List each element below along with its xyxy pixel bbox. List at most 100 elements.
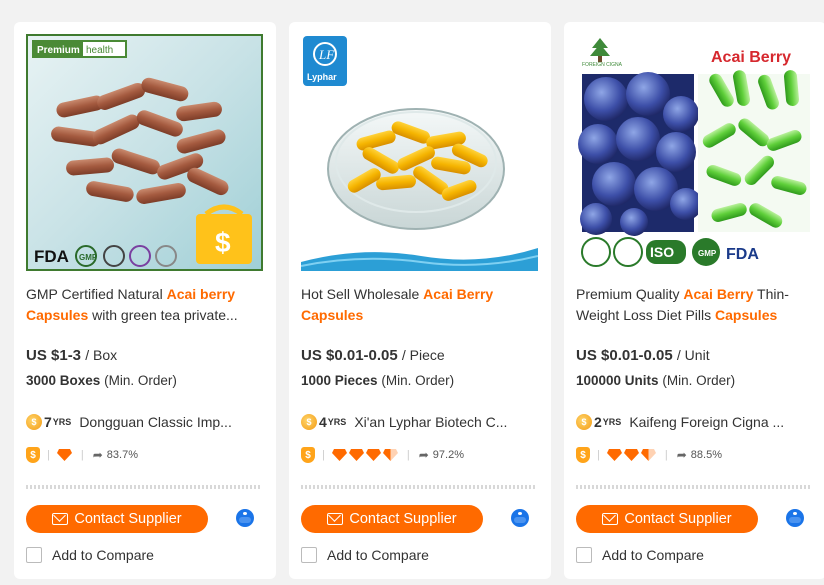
trade-assurance-icon: $ (301, 447, 315, 463)
svg-text:$: $ (215, 227, 231, 258)
compare-label: Add to Compare (602, 547, 704, 563)
rating-row: $ | | ➦ 83.7% (26, 447, 138, 463)
share-arrow-icon: ➦ (676, 448, 687, 462)
product-card[interactable]: Premium health FDA GMP $ GMP Certified N… (14, 22, 276, 579)
price: US $0.01-0.05 / Unit (576, 347, 710, 364)
response-rate: 97.2% (432, 449, 464, 461)
min-order: 1000 Pieces (Min. Order) (301, 373, 454, 388)
divider (26, 485, 262, 489)
contact-supplier-button[interactable]: Contact Supplier (576, 505, 758, 533)
chat-icon[interactable] (236, 509, 254, 527)
product-title[interactable]: Premium Quality Acai Berry Thin-Weight L… (576, 284, 812, 326)
product-image[interactable]: FOREIGN CIGNA Acai Berry ISO GMP FDA (576, 34, 813, 271)
min-order-label: (Min. Order) (662, 373, 736, 388)
add-to-compare[interactable]: Add to Compare (301, 547, 429, 563)
years-badge: $ 4 YRS (301, 414, 346, 430)
product-title[interactable]: GMP Certified Natural Acai berry Capsule… (26, 284, 262, 326)
contact-label: Contact Supplier (624, 511, 732, 527)
title-text[interactable]: Premium Quality (576, 286, 683, 302)
chat-icon[interactable] (511, 509, 529, 527)
diamond-icon (331, 449, 347, 461)
brand-logo-text: Lyphar (307, 72, 337, 82)
rating-row: $ | | ➦ 88.5% (576, 447, 722, 463)
product-card[interactable]: LF Lyphar Hot Sell Wholesale Acai Berry … (289, 22, 551, 579)
svg-text:ISO: ISO (650, 244, 674, 260)
supplier-name[interactable]: Xi'an Lyphar Biotech C... (354, 414, 507, 430)
product-card[interactable]: FOREIGN CIGNA Acai Berry ISO GMP FDA Pre… (564, 22, 824, 579)
compare-label: Add to Compare (52, 547, 154, 563)
response-rate: 83.7% (106, 449, 138, 461)
diamond-icon (606, 449, 622, 461)
contact-supplier-button[interactable]: Contact Supplier (26, 505, 208, 533)
svg-text:LF: LF (318, 47, 335, 62)
price: US $1-3 / Box (26, 347, 117, 364)
min-order-qty: 1000 Pieces (301, 373, 378, 388)
gold-supplier-icon: $ (196, 204, 252, 264)
half-diamond-icon (382, 449, 398, 461)
diamond-icon (623, 449, 639, 461)
title-text[interactable]: GMP Certified Natural (26, 286, 167, 302)
add-to-compare[interactable]: Add to Compare (26, 547, 154, 563)
supplier-name[interactable]: Kaifeng Foreign Cigna ... (629, 414, 784, 430)
contact-supplier-button[interactable]: Contact Supplier (301, 505, 483, 533)
min-order-qty: 3000 Boxes (26, 373, 101, 388)
gold-supplier-coin-icon: $ (26, 414, 42, 430)
price-value: US $0.01-0.05 (301, 347, 398, 364)
svg-text:Premium: Premium (37, 45, 80, 56)
gold-supplier-coin-icon: $ (301, 414, 317, 430)
price-value: US $1-3 (26, 347, 82, 364)
years-value: 4 (319, 414, 327, 430)
diamond-icon (56, 449, 72, 461)
min-order: 100000 Units (Min. Order) (576, 373, 735, 388)
svg-text:health: health (86, 45, 113, 56)
title-text[interactable]: Hot Sell Wholesale (301, 286, 423, 302)
supplier-row: $ 7 YRS Dongguan Classic Imp... (26, 414, 262, 430)
half-diamond-icon (640, 449, 656, 461)
price-unit: / Piece (401, 347, 445, 363)
compare-checkbox[interactable] (576, 547, 592, 563)
mail-icon (327, 513, 344, 525)
years-suffix: YRS (327, 417, 347, 427)
response-rate: 88.5% (690, 449, 722, 461)
rating-row: $ | | ➦ 97.2% (301, 447, 464, 463)
share-arrow-icon: ➦ (92, 448, 103, 462)
compare-checkbox[interactable] (26, 547, 42, 563)
years-badge: $ 7 YRS (26, 414, 71, 430)
add-to-compare[interactable]: Add to Compare (576, 547, 704, 563)
product-title[interactable]: Hot Sell Wholesale Acai Berry Capsules (301, 284, 537, 326)
mail-icon (602, 513, 619, 525)
svg-text:GMP: GMP (698, 249, 717, 258)
svg-text:FDA: FDA (726, 246, 759, 263)
years-suffix: YRS (52, 417, 72, 427)
years-value: 7 (44, 414, 52, 430)
price-value: US $0.01-0.05 (576, 347, 673, 364)
trade-assurance-icon: $ (576, 447, 590, 463)
supplier-row: $ 2 YRS Kaifeng Foreign Cigna ... (576, 414, 812, 430)
price-unit: / Unit (676, 347, 710, 363)
divider (576, 485, 812, 489)
years-badge: $ 2 YRS (576, 414, 621, 430)
product-image[interactable]: LF Lyphar (301, 34, 538, 271)
brand-text: FOREIGN CIGNA (582, 62, 623, 68)
min-order-label: (Min. Order) (381, 373, 455, 388)
title-keyword[interactable]: Acai Berry (683, 286, 753, 302)
gold-supplier-coin-icon: $ (576, 414, 592, 430)
price: US $0.01-0.05 / Piece (301, 347, 445, 364)
min-order-qty: 100000 Units (576, 373, 659, 388)
price-unit: / Box (85, 347, 118, 363)
product-image[interactable]: Premium health FDA GMP $ (26, 34, 263, 271)
years-suffix: YRS (602, 417, 622, 427)
supplier-name[interactable]: Dongguan Classic Imp... (79, 414, 232, 430)
title-keyword[interactable]: Capsules (715, 307, 777, 323)
min-order-label: (Min. Order) (104, 373, 177, 388)
trade-assurance-icon: $ (26, 447, 40, 463)
title-text[interactable]: with green tea private... (88, 307, 238, 323)
compare-checkbox[interactable] (301, 547, 317, 563)
contact-label: Contact Supplier (74, 511, 182, 527)
compare-label: Add to Compare (327, 547, 429, 563)
years-value: 2 (594, 414, 602, 430)
min-order: 3000 Boxes (Min. Order) (26, 373, 177, 388)
svg-text:FDA: FDA (34, 247, 69, 266)
chat-icon[interactable] (786, 509, 804, 527)
share-arrow-icon: ➦ (418, 448, 429, 462)
